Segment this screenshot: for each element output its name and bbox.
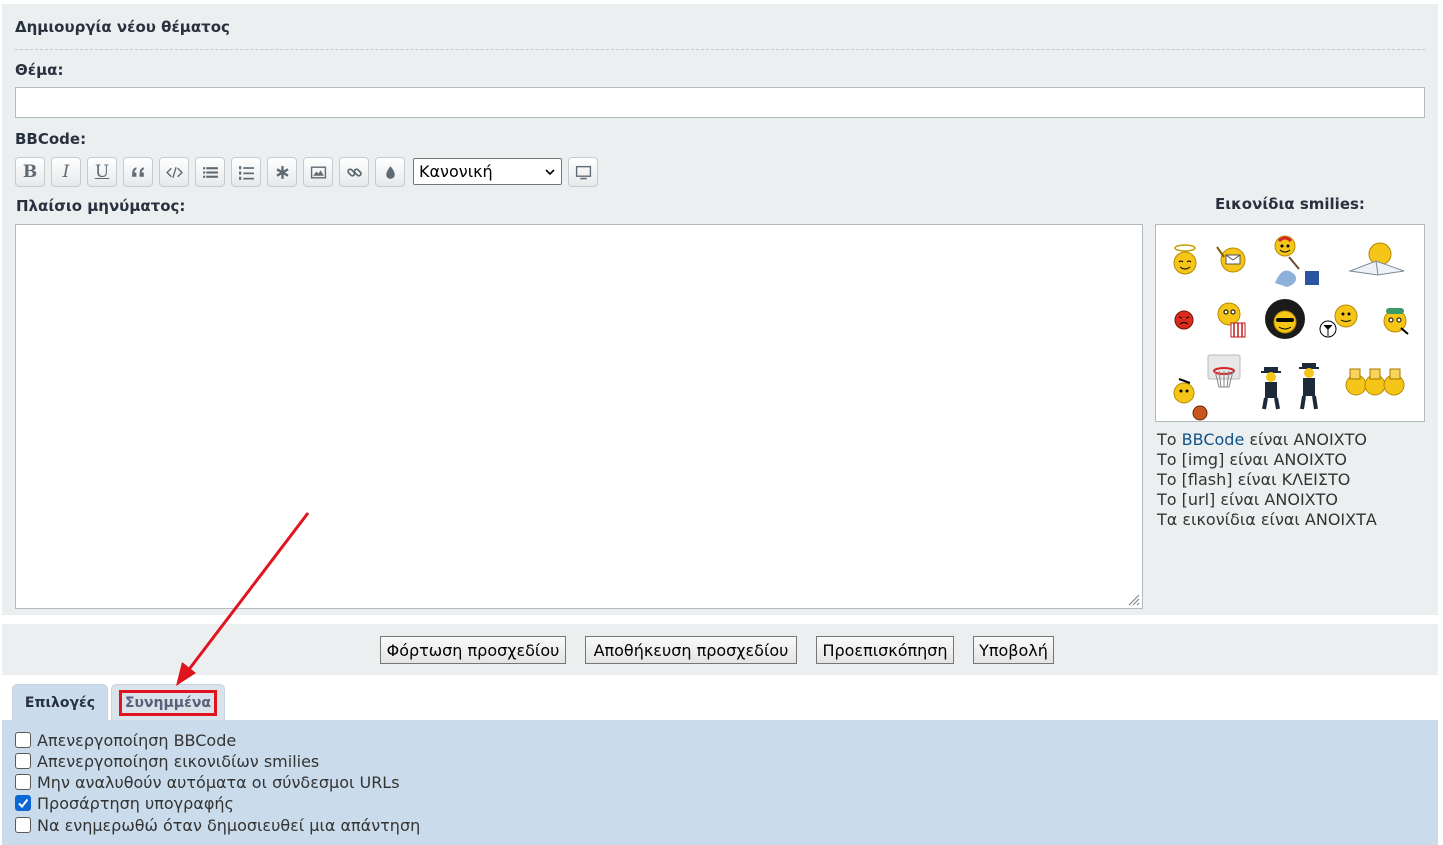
- bold-button[interactable]: B: [15, 157, 45, 187]
- italic-icon: I: [62, 162, 70, 182]
- subject-label: Θέμα:: [15, 61, 64, 79]
- mail-smiley-icon[interactable]: [1214, 241, 1248, 275]
- font-size-select[interactable]: Κανονική: [413, 158, 562, 185]
- tab-options[interactable]: Επιλογές: [12, 684, 108, 720]
- reading-smiley-icon[interactable]: [1346, 241, 1408, 277]
- image-icon: [310, 165, 326, 179]
- preview-button[interactable]: Προεπισκόπηση: [816, 636, 954, 664]
- chevron-down-icon: [545, 168, 555, 175]
- option-no-auto-urls[interactable]: Μην αναλυθούν αυτόματα οι σύνδεσμοι URLs: [15, 772, 400, 792]
- option-disable-smilies[interactable]: Απενεργοποίηση εικονιδίων smilies: [15, 751, 319, 771]
- message-textarea[interactable]: [15, 224, 1143, 609]
- disable-bbcode-label: Απενεργοποίηση BBCode: [37, 730, 237, 750]
- divider: [15, 49, 1425, 50]
- page-title: Δημιουργία νέου θέματος: [15, 18, 230, 36]
- resize-handle-icon[interactable]: [1124, 590, 1140, 606]
- img-status: Το [img] είναι ΑΝΟΙΧΤΟ: [1157, 450, 1348, 469]
- checkmark-icon: [18, 798, 29, 809]
- bold-icon: B: [22, 162, 38, 182]
- asterisk-icon: [275, 165, 289, 179]
- cheers-smilies-icon[interactable]: [1342, 365, 1408, 399]
- no-auto-urls-checkbox[interactable]: [15, 774, 31, 790]
- url-status: Το [url] είναι ΑΝΟΙΧΤΟ: [1157, 490, 1338, 509]
- numbered-list-button[interactable]: [231, 157, 261, 187]
- droplet-icon: [385, 165, 395, 179]
- tab-attachments[interactable]: Συνημμένα: [111, 684, 225, 720]
- numbered-list-icon: [238, 165, 254, 180]
- message-label: Πλαίσιο μηνύματος:: [16, 197, 186, 215]
- popcorn-smiley-icon[interactable]: [1215, 301, 1249, 339]
- smilies-panel: [1155, 224, 1425, 422]
- quote-icon: [131, 166, 144, 177]
- submit-button[interactable]: Υποβολή: [973, 636, 1054, 664]
- font-size-value: Κανονική: [419, 162, 493, 181]
- afro-smiley-icon[interactable]: [1263, 299, 1307, 341]
- bbcode-label: BBCode:: [15, 130, 87, 148]
- underline-button[interactable]: U: [87, 157, 117, 187]
- option-attach-signature[interactable]: Προσάρτηση υπογραφής: [15, 793, 234, 813]
- link-button[interactable]: [339, 157, 369, 187]
- disable-smilies-checkbox[interactable]: [15, 753, 31, 769]
- code-icon: [165, 166, 183, 178]
- bbcode-link[interactable]: BBCode: [1182, 430, 1245, 449]
- notify-reply-checkbox[interactable]: [15, 817, 31, 833]
- image-button[interactable]: [303, 157, 333, 187]
- smilies-title: Εικονίδια smilies:: [1215, 195, 1365, 213]
- link-icon: [346, 167, 362, 177]
- tab-options-label: Επιλογές: [24, 694, 96, 711]
- angel-smiley-icon[interactable]: [1170, 243, 1200, 277]
- smilies-status: Τα εικονίδια είναι ΑΝΟΙΧΤΑ: [1157, 510, 1377, 529]
- angry-smiley-icon[interactable]: [1173, 309, 1195, 331]
- disable-bbcode-checkbox[interactable]: [15, 732, 31, 748]
- list-button[interactable]: [195, 157, 225, 187]
- list-icon: [202, 166, 218, 178]
- underline-icon: U: [94, 162, 110, 182]
- blues-brother-right-icon[interactable]: [1294, 361, 1324, 411]
- notify-reply-label: Να ενημερωθώ όταν δημοσιευθεί μια απάντη…: [37, 815, 421, 835]
- save-draft-button[interactable]: Αποθήκευση προσχεδίου: [585, 636, 797, 664]
- monitor-icon: [575, 165, 591, 179]
- quote-button[interactable]: [123, 157, 153, 187]
- tab-attachments-label: Συνημμένα: [118, 689, 218, 716]
- color-button[interactable]: [375, 157, 405, 187]
- no-auto-urls-label: Μην αναλυθούν αυτόματα οι σύνδεσμοι URLs: [37, 772, 400, 792]
- sick-smiley-icon[interactable]: [1381, 303, 1411, 337]
- code-button[interactable]: [159, 157, 189, 187]
- italic-button[interactable]: I: [51, 157, 81, 187]
- basketball-hoop-icon[interactable]: [1206, 353, 1242, 393]
- posting-rules: Το BBCode είναι ΑΝΟΙΧΤΟ Το [img] είναι Α…: [1157, 430, 1377, 530]
- preview-toggle-button[interactable]: [568, 157, 598, 187]
- list-item-button[interactable]: [267, 157, 297, 187]
- option-notify-reply[interactable]: Να ενημερωθώ όταν δημοσιευθεί μια απάντη…: [15, 815, 420, 835]
- bbcode-status: Το BBCode είναι ΑΝΟΙΧΤΟ: [1157, 430, 1367, 449]
- load-draft-button[interactable]: Φόρτωση προσχεδίου: [380, 636, 566, 664]
- flash-status: Το [flash] είναι ΚΛΕΙΣΤΟ: [1157, 470, 1351, 489]
- blues-brother-left-icon[interactable]: [1256, 365, 1286, 411]
- basketball-smiley-icon[interactable]: [1170, 375, 1210, 421]
- football-smiley-icon[interactable]: [1318, 303, 1366, 339]
- subject-input[interactable]: [15, 87, 1425, 118]
- disable-smilies-label: Απενεργοποίηση εικονιδίων smilies: [37, 751, 320, 771]
- cleaning-smiley-icon[interactable]: [1269, 233, 1323, 289]
- option-disable-bbcode[interactable]: Απενεργοποίηση BBCode: [15, 730, 236, 750]
- attach-signature-checkbox[interactable]: [15, 795, 31, 811]
- attach-signature-label: Προσάρτηση υπογραφής: [37, 793, 234, 813]
